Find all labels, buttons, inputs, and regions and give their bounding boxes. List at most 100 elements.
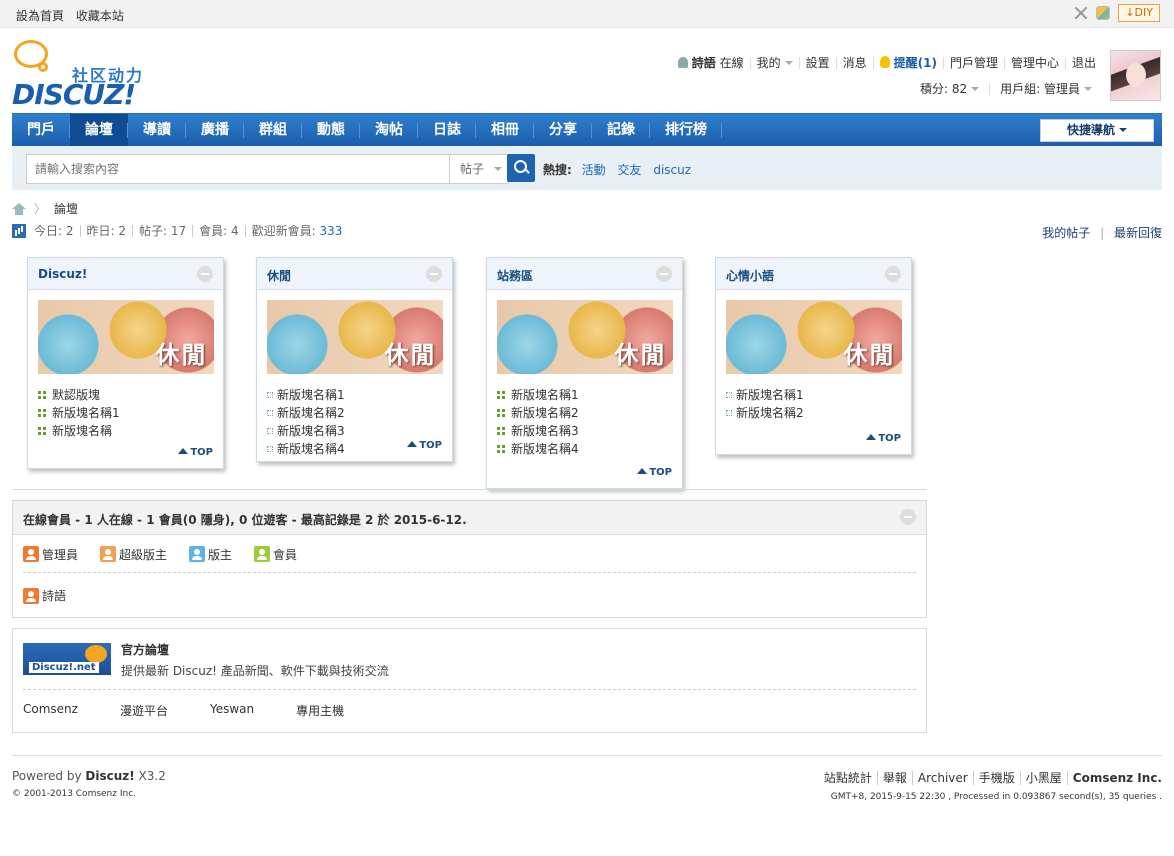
footer-link[interactable]: 小黑屋 <box>1019 771 1067 785</box>
nav-item[interactable]: 論壇 <box>70 114 128 147</box>
collapse-icon[interactable] <box>426 266 442 282</box>
avatar[interactable] <box>1110 50 1161 101</box>
footer-link[interactable]: Archiver <box>911 771 973 785</box>
online-user-link[interactable]: 詩語 <box>42 587 66 604</box>
board-link[interactable]: 新版塊名稱2 <box>497 404 672 422</box>
settings-link[interactable]: 設置 <box>798 56 836 69</box>
nav-item[interactable]: 相冊 <box>476 114 534 147</box>
admin-user-icon <box>23 587 39 604</box>
search-type-select[interactable]: 帖子 <box>449 154 509 184</box>
logout-link[interactable]: 退出 <box>1064 56 1102 69</box>
diy-button[interactable]: ↓DIY <box>1118 4 1160 22</box>
nav-item[interactable]: 分享 <box>534 114 592 147</box>
collapse-icon[interactable] <box>197 266 213 282</box>
partner-link[interactable]: 專用主機 <box>296 702 344 719</box>
board-link[interactable]: 新版塊名稱1 <box>38 404 213 422</box>
latest-replies-link[interactable]: 最新回復 <box>1114 226 1162 240</box>
board-link[interactable]: 新版塊名稱3 <box>497 422 672 440</box>
shrink-width-icon[interactable] <box>1074 6 1088 20</box>
forum-title[interactable]: Discuz! <box>28 258 223 290</box>
footer-link[interactable]: 手機版 <box>972 771 1020 785</box>
company-link[interactable]: Comsenz Inc. <box>1066 771 1162 785</box>
board-link[interactable]: 新版塊名稱2 <box>726 404 901 422</box>
forum-title[interactable]: 心情小語 <box>716 258 911 290</box>
forum-title[interactable]: 站務區 <box>487 258 682 290</box>
search-input[interactable] <box>26 154 450 184</box>
nav-item[interactable]: 日誌 <box>418 114 476 147</box>
style-switch-icon[interactable] <box>1096 6 1111 20</box>
forum-card: 站務區 休閒 新版塊名稱1 新版塊名稱2 新版塊名稱3 新版塊名稱4 TOP <box>486 257 683 489</box>
back-to-top[interactable]: TOP <box>168 439 223 468</box>
logo-en-text: DISCUZ! <box>12 78 136 111</box>
board-link[interactable]: 新版塊名稱1 <box>267 386 355 404</box>
hot-item[interactable]: 活動 <box>582 163 606 177</box>
back-to-top[interactable]: TOP <box>627 459 682 488</box>
forum-stats: 今日: 2 昨日: 2 帖子: 17 會員: 4 歡迎新會員: 333 <box>12 224 348 238</box>
collapse-icon[interactable] <box>656 266 672 282</box>
set-home-link[interactable]: 設為首頁 <box>16 9 64 23</box>
search-bar: 帖子 熱搜: 活動 交友 discuz <box>12 146 1162 190</box>
bookmark-link[interactable]: 收藏本站 <box>76 9 124 23</box>
nav-item[interactable]: 排行榜 <box>650 114 722 147</box>
footer-link[interactable]: 站點統計 <box>819 771 877 785</box>
partner-link[interactable]: Yeswan <box>210 702 254 719</box>
partner-link[interactable]: 漫遊平台 <box>120 702 168 719</box>
user-name[interactable]: 詩語 在線 <box>672 55 750 70</box>
collapse-icon[interactable] <box>900 509 916 525</box>
discuz-net-logo[interactable]: Discuz!.net <box>23 643 111 675</box>
board-link[interactable]: 新版塊名稱1 <box>497 386 672 404</box>
board-link[interactable]: 新版塊名稱4 <box>497 440 672 458</box>
admin-center-link[interactable]: 管理中心 <box>1003 56 1065 69</box>
search-icon[interactable] <box>507 154 535 182</box>
dots-icon <box>267 410 273 416</box>
home-icon[interactable] <box>12 202 26 215</box>
site-logo[interactable]: 社区动力 DISCUZ! <box>12 40 152 111</box>
board-link[interactable]: 新版塊名稱3 <box>267 422 355 440</box>
footer-link[interactable]: 舉報 <box>876 771 912 785</box>
super-mod-user-icon <box>100 546 117 562</box>
my-menu[interactable]: 我的 <box>749 56 799 69</box>
nav-item[interactable]: 門戶 <box>12 114 70 147</box>
hot-item[interactable]: discuz <box>653 163 691 177</box>
back-to-top[interactable]: TOP <box>397 432 452 461</box>
my-posts-link[interactable]: 我的帖子 <box>1042 226 1090 240</box>
logo-bubble-tail <box>38 62 48 72</box>
online-users: 詩語 <box>13 573 926 618</box>
breadcrumb-current[interactable]: 論壇 <box>54 200 78 217</box>
forum-image[interactable]: 休閒 <box>496 300 673 374</box>
nav-item[interactable]: 淘帖 <box>360 114 418 147</box>
collapse-icon[interactable] <box>885 266 901 282</box>
remind-link[interactable]: 提醒(1) <box>872 56 943 69</box>
board-link[interactable]: 新版塊名稱1 <box>726 386 901 404</box>
forum-title[interactable]: 休閒 <box>257 258 452 290</box>
arrow-up-icon <box>866 434 877 440</box>
nav-item[interactable]: 記錄 <box>592 114 650 147</box>
board-link[interactable]: 新版塊名稱 <box>38 422 213 440</box>
grid-icon <box>38 391 46 399</box>
legend-admin: 管理員 <box>23 545 78 563</box>
usergroup-menu[interactable]: 用戶組: 管理員 <box>989 83 1102 95</box>
forum-image[interactable]: 休閒 <box>725 300 902 374</box>
quick-nav-button[interactable]: 快捷導航 <box>1040 119 1154 142</box>
board-link[interactable]: 新版塊名稱4 <box>267 440 355 458</box>
nav-item[interactable]: 廣播 <box>186 114 244 147</box>
back-to-top[interactable]: TOP <box>856 425 911 454</box>
points-menu[interactable]: 積分: 82 <box>910 83 989 95</box>
portal-manage-link[interactable]: 門戶管理 <box>942 56 1004 69</box>
dots-icon <box>726 410 732 416</box>
welcome-user-link[interactable]: 333 <box>320 224 343 238</box>
forum-image[interactable]: 休閒 <box>266 300 443 374</box>
board-link[interactable]: 新版塊名稱2 <box>267 404 355 422</box>
nav-item[interactable]: 群組 <box>244 114 302 147</box>
hot-item[interactable]: 交友 <box>617 163 641 177</box>
forum-image[interactable]: 休閒 <box>37 300 214 374</box>
nav-item[interactable]: 導讀 <box>128 114 186 147</box>
messages-link[interactable]: 消息 <box>835 56 873 69</box>
brand-link[interactable]: Discuz! <box>85 769 134 783</box>
board-link[interactable]: 默認版塊 <box>38 386 213 404</box>
official-forum-link[interactable]: 官方論壇 <box>121 641 389 658</box>
nav-item[interactable]: 動態 <box>302 114 360 147</box>
user-status: 在線 <box>719 55 744 70</box>
partner-link[interactable]: Comsenz <box>23 702 78 719</box>
board-list: 新版塊名稱1 新版塊名稱2 新版塊名稱3 新版塊名稱4 <box>487 374 682 458</box>
